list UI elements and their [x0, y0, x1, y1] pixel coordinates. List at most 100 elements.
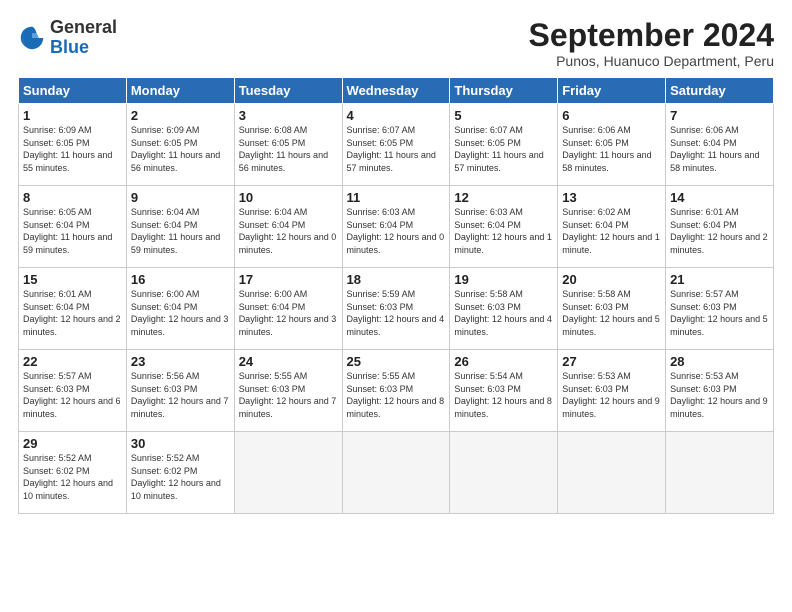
table-row	[450, 432, 558, 514]
day-info: Sunrise: 6:00 AMSunset: 6:04 PMDaylight:…	[131, 289, 229, 337]
header-thursday: Thursday	[450, 78, 558, 104]
day-info: Sunrise: 6:02 AMSunset: 6:04 PMDaylight:…	[562, 207, 660, 255]
day-number: 19	[454, 272, 553, 287]
table-row: 12 Sunrise: 6:03 AMSunset: 6:04 PMDayligh…	[450, 186, 558, 268]
day-number: 25	[347, 354, 446, 369]
day-info: Sunrise: 6:06 AMSunset: 6:05 PMDaylight:…	[562, 125, 651, 173]
day-info: Sunrise: 6:00 AMSunset: 6:04 PMDaylight:…	[239, 289, 337, 337]
calendar-header-row: Sunday Monday Tuesday Wednesday Thursday…	[19, 78, 774, 104]
table-row: 13 Sunrise: 6:02 AMSunset: 6:04 PMDayligh…	[558, 186, 666, 268]
day-number: 18	[347, 272, 446, 287]
table-row: 23Sunrise: 5:56 AMSunset: 6:03 PMDayligh…	[126, 350, 234, 432]
table-row: 29 Sunrise: 5:52 AMSunset: 6:02 PMDayligh…	[19, 432, 127, 514]
calendar-week-row: 1 Sunrise: 6:09 AMSunset: 6:05 PMDaylight…	[19, 104, 774, 186]
logo-blue-text: Blue	[50, 38, 117, 58]
table-row: 18 Sunrise: 5:59 AMSunset: 6:03 PMDayligh…	[342, 268, 450, 350]
day-info: Sunrise: 5:53 AMSunset: 6:03 PMDaylight:…	[562, 371, 660, 419]
table-row: 2 Sunrise: 6:09 AMSunset: 6:05 PMDaylight…	[126, 104, 234, 186]
day-info: Sunrise: 6:07 AMSunset: 6:05 PMDaylight:…	[347, 125, 436, 173]
day-number: 21	[670, 272, 769, 287]
logo-general-text: General	[50, 18, 117, 38]
header-wednesday: Wednesday	[342, 78, 450, 104]
day-number: 22	[23, 354, 122, 369]
day-info: Sunrise: 5:55 AMSunset: 6:03 PMDaylight:…	[239, 371, 337, 419]
calendar-week-row: 22 Sunrise: 5:57 AMSunset: 6:03 PMDayligh…	[19, 350, 774, 432]
title-section: September 2024 Punos, Huanuco Department…	[529, 18, 774, 69]
table-row: 26Sunrise: 5:54 AMSunset: 6:03 PMDayligh…	[450, 350, 558, 432]
day-number: 29	[23, 436, 122, 451]
day-number: 27	[562, 354, 661, 369]
month-title: September 2024	[529, 18, 774, 53]
day-number: 1	[23, 108, 122, 123]
day-number: 12	[454, 190, 553, 205]
day-info: Sunrise: 6:06 AMSunset: 6:04 PMDaylight:…	[670, 125, 759, 173]
table-row: 22 Sunrise: 5:57 AMSunset: 6:03 PMDayligh…	[19, 350, 127, 432]
day-number: 5	[454, 108, 553, 123]
table-row: 5Sunrise: 6:07 AMSunset: 6:05 PMDaylight…	[450, 104, 558, 186]
day-number: 7	[670, 108, 769, 123]
header-saturday: Saturday	[666, 78, 774, 104]
day-number: 24	[239, 354, 338, 369]
day-number: 9	[131, 190, 230, 205]
table-row	[666, 432, 774, 514]
day-number: 6	[562, 108, 661, 123]
day-number: 15	[23, 272, 122, 287]
table-row: 24 Sunrise: 5:55 AMSunset: 6:03 PMDayligh…	[234, 350, 342, 432]
day-number: 14	[670, 190, 769, 205]
table-row: 16 Sunrise: 6:00 AMSunset: 6:04 PMDayligh…	[126, 268, 234, 350]
table-row: 9 Sunrise: 6:04 AMSunset: 6:04 PMDaylight…	[126, 186, 234, 268]
table-row: 21 Sunrise: 5:57 AMSunset: 6:03 PMDayligh…	[666, 268, 774, 350]
day-number: 16	[131, 272, 230, 287]
day-info: Sunrise: 6:04 AMSunset: 6:04 PMDaylight:…	[131, 207, 220, 255]
logo: General Blue	[18, 18, 117, 58]
calendar-week-row: 8Sunrise: 6:05 AMSunset: 6:04 PMDaylight…	[19, 186, 774, 268]
day-number: 23	[131, 354, 230, 369]
table-row: 6 Sunrise: 6:06 AMSunset: 6:05 PMDaylight…	[558, 104, 666, 186]
table-row: 14Sunrise: 6:01 AMSunset: 6:04 PMDayligh…	[666, 186, 774, 268]
day-info: Sunrise: 5:52 AMSunset: 6:02 PMDaylight:…	[23, 453, 113, 501]
table-row: 4 Sunrise: 6:07 AMSunset: 6:05 PMDaylight…	[342, 104, 450, 186]
table-row: 28Sunrise: 5:53 AMSunset: 6:03 PMDayligh…	[666, 350, 774, 432]
day-number: 3	[239, 108, 338, 123]
day-info: Sunrise: 6:03 AMSunset: 6:04 PMDaylight:…	[347, 207, 445, 255]
day-info: Sunrise: 5:52 AMSunset: 6:02 PMDaylight:…	[131, 453, 221, 501]
header-sunday: Sunday	[19, 78, 127, 104]
day-number: 2	[131, 108, 230, 123]
logo-icon	[18, 24, 46, 52]
day-info: Sunrise: 5:57 AMSunset: 6:03 PMDaylight:…	[23, 371, 121, 419]
day-number: 13	[562, 190, 661, 205]
header-monday: Monday	[126, 78, 234, 104]
day-number: 17	[239, 272, 338, 287]
day-number: 8	[23, 190, 122, 205]
day-info: Sunrise: 5:58 AMSunset: 6:03 PMDaylight:…	[562, 289, 660, 337]
day-info: Sunrise: 6:09 AMSunset: 6:05 PMDaylight:…	[131, 125, 220, 173]
table-row: 17 Sunrise: 6:00 AMSunset: 6:04 PMDayligh…	[234, 268, 342, 350]
calendar-table: Sunday Monday Tuesday Wednesday Thursday…	[18, 77, 774, 514]
header: General Blue September 2024 Punos, Huanu…	[18, 18, 774, 69]
table-row: 15 Sunrise: 6:01 AMSunset: 6:04 PMDayligh…	[19, 268, 127, 350]
day-info: Sunrise: 6:01 AMSunset: 6:04 PMDaylight:…	[23, 289, 121, 337]
header-friday: Friday	[558, 78, 666, 104]
day-number: 4	[347, 108, 446, 123]
day-number: 30	[131, 436, 230, 451]
day-info: Sunrise: 5:57 AMSunset: 6:03 PMDaylight:…	[670, 289, 768, 337]
day-info: Sunrise: 5:59 AMSunset: 6:03 PMDaylight:…	[347, 289, 445, 337]
table-row: 25Sunrise: 5:55 AMSunset: 6:03 PMDayligh…	[342, 350, 450, 432]
header-tuesday: Tuesday	[234, 78, 342, 104]
table-row: 19Sunrise: 5:58 AMSunset: 6:03 PMDayligh…	[450, 268, 558, 350]
day-info: Sunrise: 6:08 AMSunset: 6:05 PMDaylight:…	[239, 125, 328, 173]
day-info: Sunrise: 5:53 AMSunset: 6:03 PMDaylight:…	[670, 371, 768, 419]
table-row: 3 Sunrise: 6:08 AMSunset: 6:05 PMDaylight…	[234, 104, 342, 186]
day-number: 11	[347, 190, 446, 205]
logo-text: General Blue	[50, 18, 117, 58]
day-number: 10	[239, 190, 338, 205]
calendar-week-row: 15 Sunrise: 6:01 AMSunset: 6:04 PMDayligh…	[19, 268, 774, 350]
day-info: Sunrise: 5:54 AMSunset: 6:03 PMDaylight:…	[454, 371, 552, 419]
day-info: Sunrise: 6:09 AMSunset: 6:05 PMDaylight:…	[23, 125, 112, 173]
table-row: 11 Sunrise: 6:03 AMSunset: 6:04 PMDayligh…	[342, 186, 450, 268]
day-number: 20	[562, 272, 661, 287]
table-row: 8Sunrise: 6:05 AMSunset: 6:04 PMDaylight…	[19, 186, 127, 268]
table-row	[558, 432, 666, 514]
table-row: 1 Sunrise: 6:09 AMSunset: 6:05 PMDaylight…	[19, 104, 127, 186]
day-info: Sunrise: 6:03 AMSunset: 6:04 PMDaylight:…	[454, 207, 552, 255]
